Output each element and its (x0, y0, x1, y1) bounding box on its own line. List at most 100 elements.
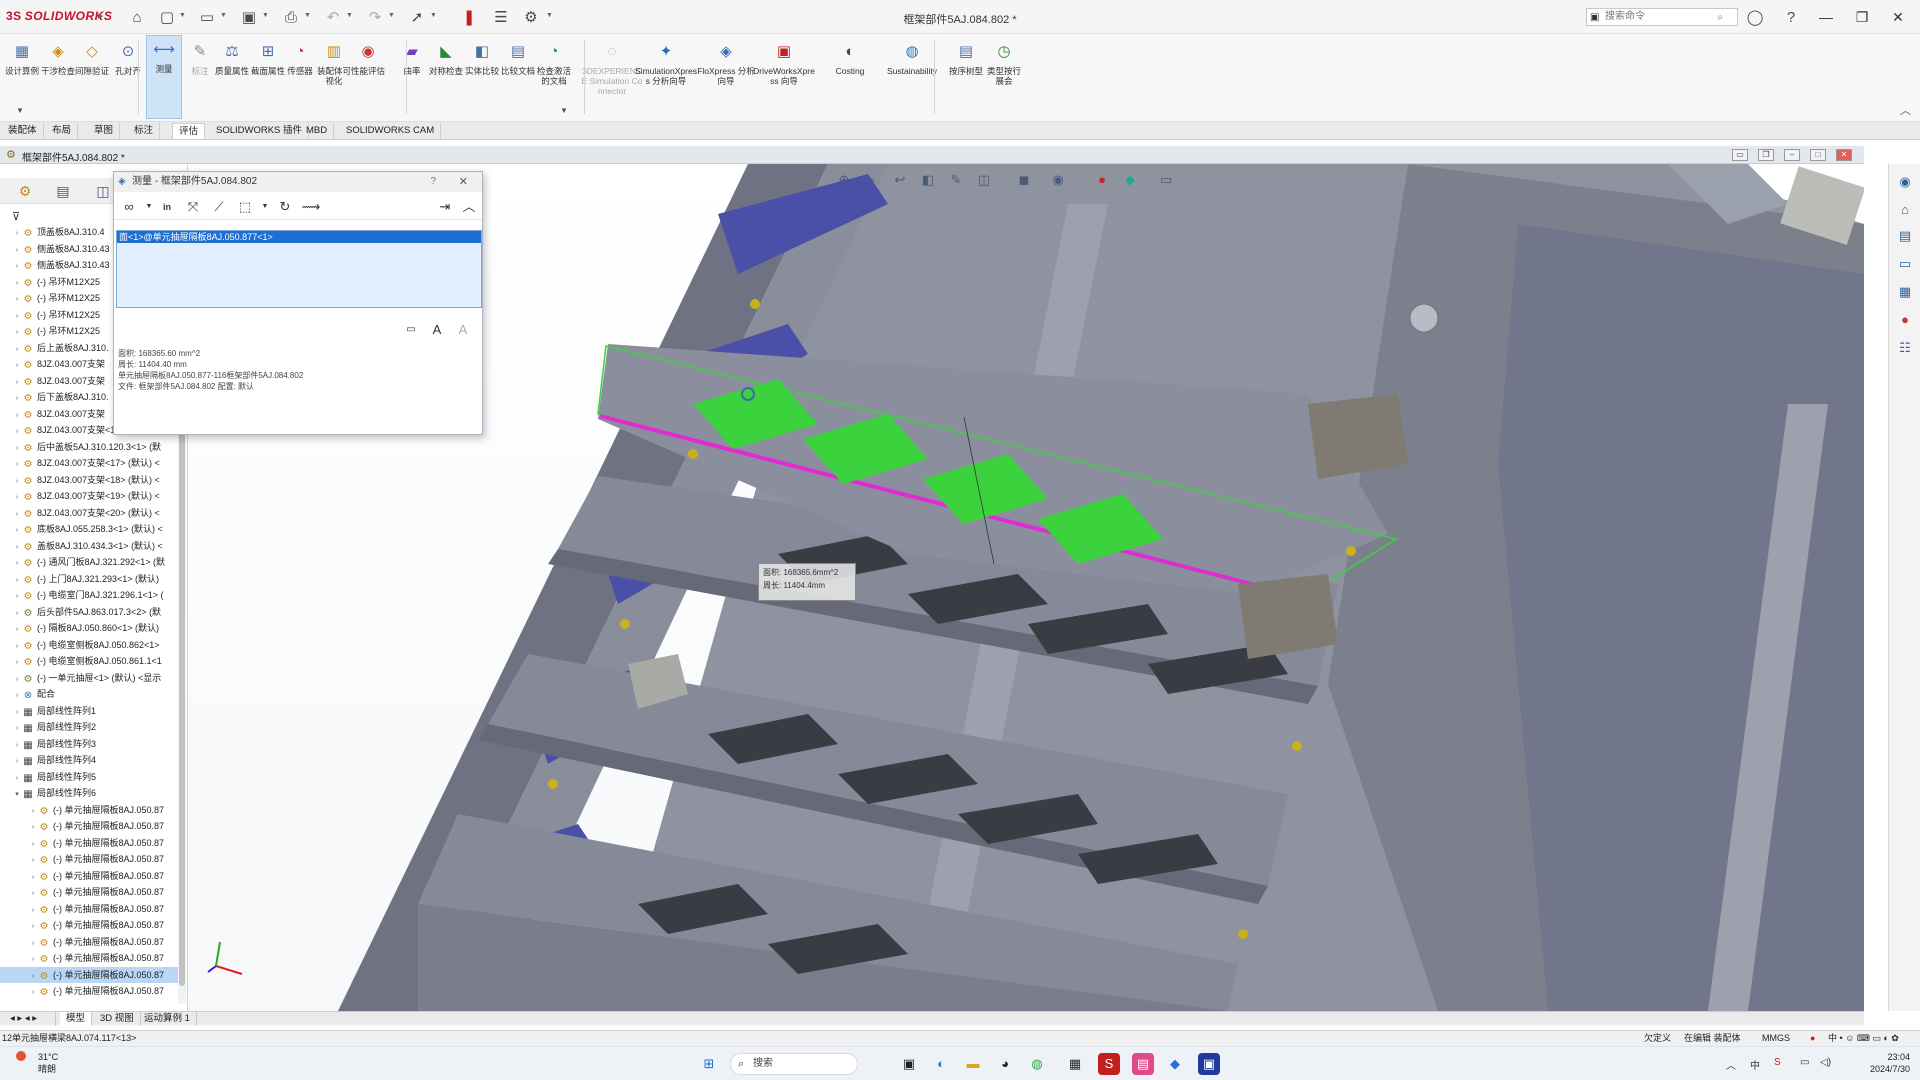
measure-help-icon[interactable]: ? (430, 172, 436, 192)
undo-icon[interactable]: ↶ (322, 6, 344, 28)
tree-item[interactable]: › ⚙ (-) 单元抽屉隔板8AJ.050.87 (0, 917, 186, 933)
file-properties-icon[interactable]: ☰ (490, 6, 512, 28)
tree-expand-icon[interactable]: › (12, 358, 22, 372)
tree-expand-icon[interactable]: › (12, 622, 22, 636)
tree-expand-icon[interactable]: › (12, 639, 22, 653)
decrease-font-icon[interactable]: A (452, 320, 474, 340)
ribbon-button-compare-docs[interactable]: ▤ 比较文档 (500, 38, 536, 76)
ribbon-button-performance[interactable]: ◉ 性能评估 (350, 38, 386, 76)
task-view-icon[interactable]: ▣ (898, 1053, 920, 1075)
ribbon-button-markup[interactable]: ✎ 标注 (182, 38, 218, 76)
selection-list[interactable]: 面<1>@单元抽屉隔板8AJ.050.877<1> (116, 230, 482, 308)
property-manager-tab-icon[interactable]: ▤ (52, 181, 74, 201)
tree-item[interactable]: › ▦ 局部线性阵列3 (0, 736, 186, 752)
ribbon-button-hole-align[interactable]: ⊙ 孔对齐 (110, 38, 146, 76)
dynamic-annotation-icon[interactable]: ✎ (946, 170, 966, 190)
ribbon-button-sensor[interactable]: ◔ 传感器 (282, 38, 318, 77)
ribbon-button-symmetry[interactable]: ◣ 对称检查 (428, 38, 464, 76)
tree-item[interactable]: › ⚙ (-) 单元抽屉隔板8AJ.050.87 (0, 966, 186, 983)
tree-item[interactable]: › ▦ 局部线性阵列1 (0, 703, 186, 719)
restore-button[interactable]: ❐ (1848, 6, 1876, 28)
ribbon-button-assembly-visualization[interactable]: ▥ 装配体可视化 (316, 38, 352, 86)
tree-item[interactable]: › ⚙ (-) 单元抽屉隔板8AJ.050.87 (0, 851, 186, 867)
ribbon-button-tree-order[interactable]: ▤ 按序树型 (948, 38, 984, 76)
tree-item[interactable]: › ⚙ (-) 单元抽屉隔板8AJ.050.87 (0, 884, 186, 900)
tab-6[interactable]: MBD (300, 123, 335, 139)
ribbon-button-mass-properties[interactable]: ⚖ 质量属性 (214, 38, 250, 76)
tree-item[interactable]: › ⚙ (-) 单元抽屉隔板8AJ.050.87 (0, 835, 186, 851)
edit-appearance-icon[interactable]: ● (1092, 170, 1112, 190)
appearances-icon[interactable]: ● (1894, 310, 1916, 330)
file-explorer-taskbar-icon[interactable]: ▬ (962, 1053, 984, 1075)
tree-expand-icon[interactable]: › (12, 771, 22, 785)
tree-expand-icon[interactable]: › (12, 606, 22, 620)
3dexperience-icon[interactable]: ◉ (1894, 172, 1916, 192)
tree-expand-icon[interactable]: › (28, 837, 38, 851)
new-dropdown-icon[interactable]: ▼ (179, 12, 186, 19)
tree-expand-icon[interactable]: › (28, 919, 38, 933)
feature-tree-tab-icon[interactable]: ⚙ (14, 181, 36, 201)
tree-expand-icon[interactable]: › (12, 721, 22, 735)
open-icon[interactable]: ▭ (196, 6, 218, 28)
undo-dropdown-icon[interactable]: ▼ (346, 12, 353, 19)
tree-expand-icon[interactable]: › (28, 903, 38, 917)
tree-expand-icon[interactable]: › (28, 820, 38, 834)
status-units[interactable]: MMGS (1762, 1031, 1790, 1046)
view-orientation-icon[interactable]: ◫ (974, 170, 994, 190)
ime-tray-icons[interactable]: 中 • ☺ ⌨ ▭ ◐ ✿ (1828, 1031, 1899, 1046)
tree-expand-icon[interactable]: › (12, 705, 22, 719)
ribbon-button-driveworks[interactable]: ▣ DriveWorksXpress 向导 (752, 38, 816, 86)
xyz-measure-icon[interactable]: ⤧ (182, 197, 204, 217)
print-dropdown-icon[interactable]: ▼ (304, 12, 311, 19)
tree-expand-icon[interactable]: › (12, 523, 22, 537)
weather-widget[interactable]: 31°C 晴朗 (16, 1051, 58, 1075)
tree-item[interactable]: › ⚙ (-) 单元抽屉隔板8AJ.050.87 (0, 934, 186, 950)
ribbon-button-curvature[interactable]: ▰ 曲率 (394, 38, 430, 76)
zoom-to-fit-icon[interactable]: ⊕ (834, 170, 854, 190)
tree-item[interactable]: › ⚙ (-) 隔板8AJ.050.860<1> (默认) (0, 620, 186, 636)
ribbon-button-history[interactable]: ◷ 类型按行展会 (986, 38, 1022, 86)
tree-expand-icon[interactable]: › (12, 556, 22, 570)
edge-browser-icon[interactable]: ◐ (930, 1053, 952, 1075)
tree-expand-icon[interactable]: › (12, 342, 22, 356)
help-icon[interactable]: ? (1780, 6, 1802, 28)
ribbon-button-section-properties[interactable]: ⊞ 截面属性 (250, 38, 286, 76)
select-icon[interactable]: ➚ (406, 6, 428, 28)
tree-item[interactable]: › ⚙ (-) 电缆室门8AJ.321.296.1<1> ( (0, 587, 186, 603)
tree-item[interactable]: › ⚙ 8JZ.043.007支架<20> (默认) < (0, 505, 186, 521)
tree-item[interactable]: › ⊗ 配合 (0, 686, 186, 702)
tray-app-icon[interactable]: S (1774, 1057, 1781, 1068)
tray-ime-icon[interactable]: 中 (1750, 1057, 1760, 1072)
arc-circle-measurements-icon[interactable]: ∞ (118, 197, 140, 217)
start-windows-icon[interactable]: ⊞ (698, 1053, 720, 1075)
tree-expand-icon[interactable]: › (12, 738, 22, 752)
tree-item[interactable]: › ⚙ (-) 上门8AJ.321.293<1> (默认) (0, 571, 186, 587)
pin-icon[interactable]: ⇥ (434, 197, 456, 217)
search-commands-input[interactable]: ▣ 搜索命令 ⌕ (1586, 8, 1738, 26)
ribbon-button-costing[interactable]: ◐ Costing (818, 38, 882, 77)
user-account-icon[interactable]: ◯ (1744, 6, 1766, 28)
tree-expand-icon[interactable]: › (12, 309, 22, 323)
zoom-area-icon[interactable]: ⌕ (862, 170, 882, 190)
qq-icon[interactable]: ◕ (994, 1053, 1016, 1075)
projected-dropdown-icon[interactable]: ▼ (254, 197, 276, 217)
doc-minimize-button[interactable]: – (1784, 149, 1800, 161)
ribbon-button-design-study[interactable]: ▦ 设计算例 (4, 38, 40, 76)
wechat-icon[interactable]: ◍ (1026, 1053, 1048, 1075)
tree-item[interactable]: › ⚙ (-) 单元抽屉隔板8AJ.050.87 (0, 802, 186, 818)
search-scope-icon[interactable]: ▣ (1590, 10, 1599, 26)
design-library-icon[interactable]: ▤ (1894, 226, 1916, 246)
tab-scroll-arrows[interactable]: ◂ ▸ ◂ ▸ (4, 1012, 56, 1026)
app-icon-2[interactable]: ▤ (1132, 1053, 1154, 1075)
tree-expand-icon[interactable]: › (12, 375, 22, 389)
increase-font-icon[interactable]: A (426, 320, 448, 340)
tree-expand-icon[interactable]: › (12, 325, 22, 339)
tree-expand-icon[interactable]: › (12, 226, 22, 240)
options-dropdown-icon[interactable]: ▼ (546, 12, 553, 19)
home-icon[interactable]: ⌂ (126, 6, 148, 28)
ribbon-button-measure[interactable]: ⟷ 测量 (146, 35, 182, 119)
create-sensor-icon[interactable]: ⟿ (300, 197, 322, 217)
tree-expand-icon[interactable]: › (12, 540, 22, 554)
tree-expand-icon[interactable]: › (28, 985, 38, 999)
redo-dropdown-icon[interactable]: ▼ (388, 12, 395, 19)
